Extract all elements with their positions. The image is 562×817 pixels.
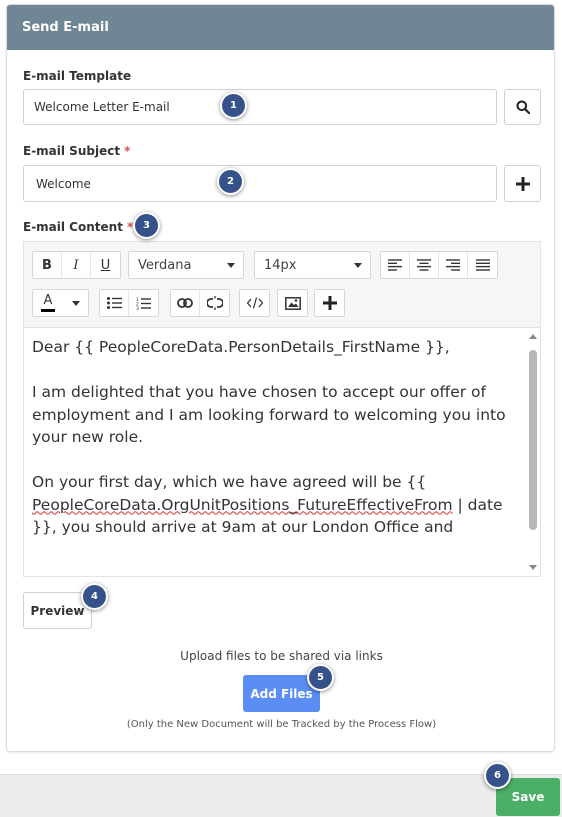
bullet-list-button[interactable] — [100, 290, 129, 316]
editor-scrollbar[interactable] — [526, 328, 540, 576]
bullet-list-icon — [106, 297, 122, 309]
alignment-group — [380, 251, 498, 279]
subject-value: Welcome — [36, 176, 91, 191]
step-badge-3: 3 — [133, 212, 160, 239]
editor-line-intro: I am delighted that you have chosen to a… — [32, 383, 506, 446]
required-mark: * — [124, 144, 131, 158]
step-badge-5: 5 — [307, 664, 334, 691]
email-content-editor[interactable]: Dear {{ PeopleCoreData.PersonDetails_Fir… — [23, 327, 541, 577]
font-size-select[interactable]: 14px — [254, 251, 371, 279]
align-justify-icon — [475, 259, 490, 271]
unlink-icon — [206, 296, 223, 310]
editor-line-first-day: On your first day, which we have agreed … — [32, 471, 522, 539]
font-size-value: 14px — [264, 257, 297, 273]
insert-image-button[interactable] — [278, 290, 307, 316]
send-email-panel: Send E-mail E-mail Template Welcome Lett… — [6, 4, 555, 752]
subject-field[interactable]: Welcome — [23, 165, 497, 202]
subject-add-button[interactable] — [504, 165, 541, 202]
insert-link-button[interactable] — [171, 290, 200, 316]
align-center-button[interactable] — [410, 252, 439, 278]
template-field[interactable]: Welcome Letter E-mail — [23, 89, 497, 125]
editor-toolbar: B I U Verdana 14px A 123 — [23, 241, 541, 327]
text-color-letter: A — [43, 293, 53, 308]
numbered-list-icon: 123 — [136, 297, 151, 310]
scroll-down-icon[interactable] — [529, 565, 537, 570]
align-justify-button[interactable] — [468, 252, 497, 278]
code-view-group — [239, 289, 270, 317]
font-family-value: Verdana — [138, 257, 192, 273]
step-badge-2: 2 — [217, 168, 244, 195]
more-group — [314, 289, 345, 317]
search-icon — [516, 100, 530, 114]
color-swatch — [41, 309, 55, 312]
code-icon — [246, 297, 263, 309]
footer-bar — [0, 774, 562, 817]
chevron-down-icon — [354, 263, 362, 268]
code-view-button[interactable] — [240, 290, 269, 316]
svg-text:3: 3 — [136, 306, 139, 310]
template-value: Welcome Letter E-mail — [34, 100, 170, 114]
subject-label: E-mail Subject * — [23, 144, 131, 158]
align-right-icon — [446, 259, 460, 271]
plus-icon — [515, 176, 530, 191]
bold-button[interactable]: B — [33, 252, 62, 278]
scroll-up-icon[interactable] — [529, 334, 537, 339]
link-group — [170, 289, 230, 317]
insert-more-button[interactable] — [315, 290, 344, 316]
step-badge-1: 1 — [220, 92, 247, 119]
italic-button[interactable]: I — [62, 252, 91, 278]
image-group — [277, 289, 308, 317]
chevron-down-icon — [227, 263, 235, 268]
editor-line-greeting: Dear {{ PeopleCoreData.PersonDetails_Fir… — [32, 338, 450, 356]
numbered-list-button[interactable]: 123 — [129, 290, 158, 316]
editor-body: Dear {{ PeopleCoreData.PersonDetails_Fir… — [32, 336, 522, 561]
align-right-button[interactable] — [439, 252, 468, 278]
step-badge-6: 6 — [484, 762, 511, 789]
underline-button[interactable]: U — [91, 252, 120, 278]
upload-instructions: Upload files to be shared via links — [180, 649, 383, 663]
plus-icon — [322, 296, 337, 310]
chevron-down-icon — [63, 290, 88, 316]
content-label: E-mail Content * — [23, 220, 134, 234]
align-left-icon — [388, 259, 402, 271]
misspelled-token: PeopleCoreData.OrgUnitPositions_FutureEf… — [32, 495, 453, 514]
template-label: E-mail Template — [23, 69, 132, 83]
scroll-thumb[interactable] — [529, 350, 537, 530]
unlink-button[interactable] — [200, 290, 229, 316]
template-search-button[interactable] — [504, 89, 541, 125]
font-style-group: B I U — [32, 251, 121, 279]
panel-title: Send E-mail — [7, 5, 554, 50]
tracking-note: (Only the New Document will be Tracked b… — [126, 719, 437, 730]
text-color-button[interactable]: A — [32, 289, 89, 317]
link-icon — [177, 298, 193, 308]
image-icon — [284, 296, 301, 310]
editor-text-segment: On your first day, which we have agreed … — [32, 473, 427, 491]
align-left-button[interactable] — [381, 252, 410, 278]
align-center-icon — [417, 259, 431, 271]
step-badge-4: 4 — [81, 583, 108, 610]
text-color-icon: A — [33, 290, 63, 316]
list-group: 123 — [99, 289, 159, 317]
font-family-select[interactable]: Verdana — [128, 251, 244, 279]
